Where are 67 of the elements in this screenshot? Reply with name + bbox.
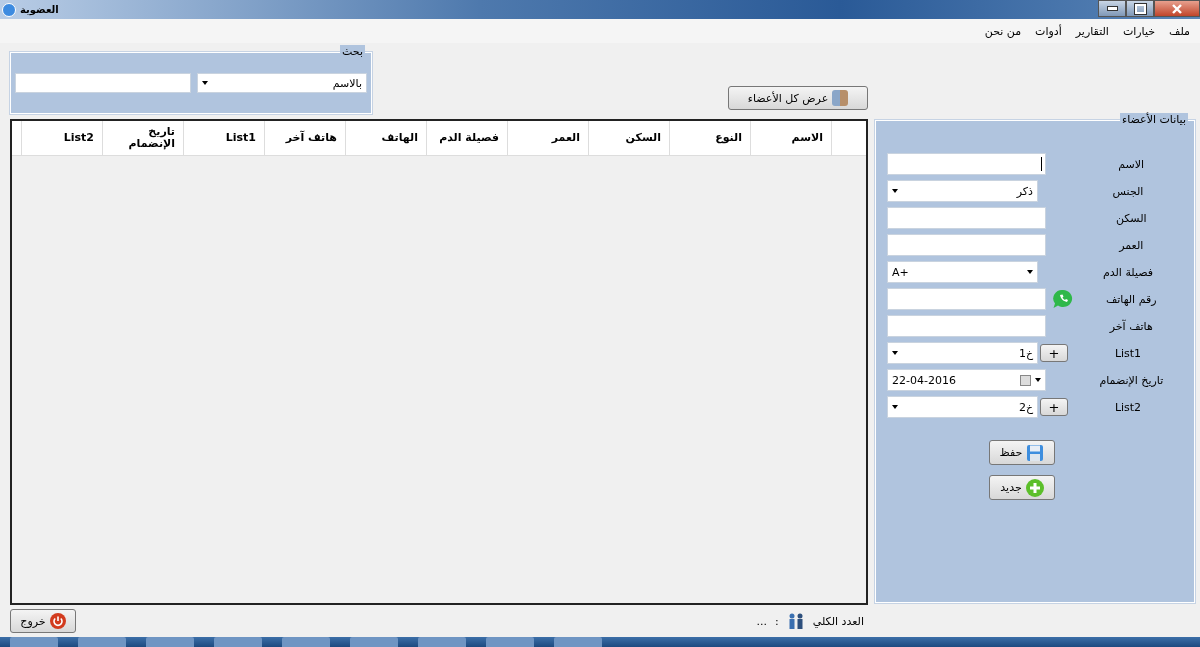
menu-item[interactable]: أدوات xyxy=(1035,24,1062,38)
menu-item[interactable]: ملف xyxy=(1169,24,1190,38)
maximize-button[interactable] xyxy=(1126,0,1154,17)
add-button[interactable]: + xyxy=(1040,398,1068,416)
dropdown-field[interactable]: خ1 xyxy=(887,342,1038,364)
text-field[interactable] xyxy=(887,288,1047,310)
taskbar-button[interactable] xyxy=(418,637,466,647)
separator-colon: : xyxy=(775,614,779,628)
menu-item[interactable]: التقارير xyxy=(1075,24,1109,38)
close-icon xyxy=(1171,3,1183,14)
exit-button[interactable]: خروج xyxy=(10,609,76,633)
column-header[interactable]: السكن xyxy=(588,121,669,155)
minimize-button[interactable] xyxy=(1098,0,1126,17)
field-label: الجنس xyxy=(1111,184,1145,198)
column-header[interactable]: الهاتف xyxy=(345,121,426,155)
close-button[interactable] xyxy=(1154,0,1200,17)
column-header[interactable]: تاريخ الإنضمام xyxy=(102,121,183,155)
text-field[interactable] xyxy=(887,234,1047,256)
add-icon xyxy=(1025,478,1044,497)
save-button[interactable]: حفظ xyxy=(989,440,1055,465)
group-title: بيانات الأعضاء xyxy=(1120,113,1188,126)
maximize-icon xyxy=(1134,3,1146,14)
taskbar-button[interactable] xyxy=(554,637,602,647)
app-icon xyxy=(2,2,16,17)
menu-item[interactable]: من نحن xyxy=(984,24,1022,38)
date-picker[interactable]: 22-04-2016 xyxy=(887,369,1047,391)
field-label: هاتف آخر xyxy=(1108,319,1154,333)
field-label: السكن xyxy=(1114,211,1148,225)
dropdown-field[interactable]: A+ xyxy=(887,261,1038,283)
taskbar-button[interactable] xyxy=(214,637,262,647)
power-icon xyxy=(49,613,66,629)
dropdown-field[interactable]: ذكر xyxy=(887,180,1038,202)
taskbar-button[interactable] xyxy=(10,637,58,647)
total-count-value: ... xyxy=(756,614,768,628)
column-header[interactable]: النوع xyxy=(669,121,750,155)
taskbar-button[interactable] xyxy=(78,637,126,647)
field-label: العمر xyxy=(1117,238,1145,252)
text-field[interactable] xyxy=(887,153,1047,175)
text-field[interactable] xyxy=(887,207,1047,229)
text-field[interactable] xyxy=(887,315,1047,337)
taskbar-button[interactable] xyxy=(486,637,534,647)
minimize-icon xyxy=(1106,6,1118,11)
taskbar-button[interactable] xyxy=(350,637,398,647)
show-all-button[interactable]: عرض كل الأعضاء xyxy=(728,86,868,110)
field-label: فصيلة الدم xyxy=(1101,265,1155,279)
column-header[interactable]: List1 xyxy=(183,121,264,155)
dropdown-field[interactable]: خ2 xyxy=(887,396,1038,418)
column-header[interactable]: List2 xyxy=(21,121,102,155)
column-header[interactable]: هاتف آخر xyxy=(264,121,345,155)
search-field[interactable] xyxy=(15,73,191,93)
search-by-dropdown[interactable]: بالاسم xyxy=(197,73,367,93)
field-label: List2 xyxy=(1113,400,1143,414)
add-button[interactable]: + xyxy=(1040,344,1068,362)
field-label: الاسم xyxy=(1117,157,1146,171)
taskbar-button[interactable] xyxy=(146,637,194,647)
field-label: List1 xyxy=(1113,346,1143,360)
new-button[interactable]: جديد xyxy=(989,475,1055,500)
column-header[interactable]: العمر xyxy=(507,121,588,155)
total-count-label: العدد الكلي xyxy=(812,614,864,628)
field-label: رقم الهاتف xyxy=(1104,292,1158,306)
column-header[interactable]: فصيلة الدم xyxy=(426,121,507,155)
menu-item[interactable]: خيارات xyxy=(1122,24,1156,38)
field-label: تاريخ الإنضمام xyxy=(1098,373,1165,387)
taskbar-button[interactable] xyxy=(282,637,330,647)
column-header[interactable]: الاسم xyxy=(750,121,831,155)
window-title: العضوية xyxy=(20,4,59,15)
group-title: بحث xyxy=(340,45,365,58)
